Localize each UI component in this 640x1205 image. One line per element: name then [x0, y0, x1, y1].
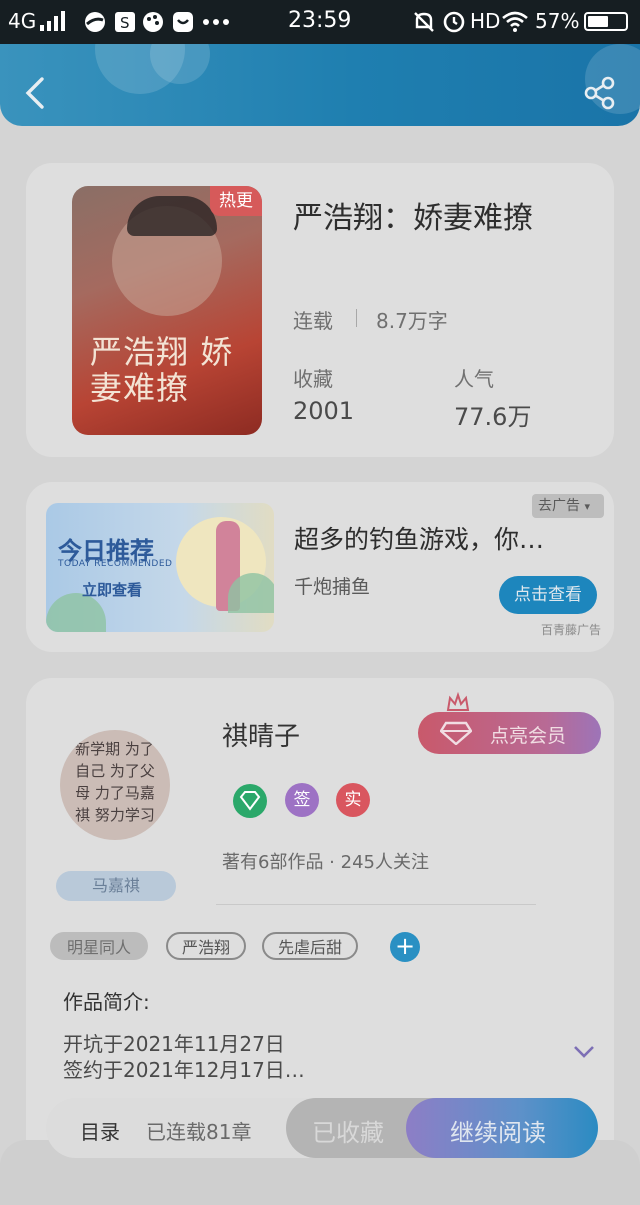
header: [0, 44, 640, 126]
share-icon[interactable]: [583, 76, 617, 110]
mute-bell-icon: [414, 12, 434, 32]
status-bar: 4G S 23:59 HD 57%: [0, 0, 640, 44]
avatar-text-art: 新学期 为了自己 为了父母 力了马嘉祺 努力学习: [75, 740, 155, 824]
serial-status: 连载: [293, 309, 333, 333]
continue-label: 继续阅读: [450, 1119, 546, 1147]
intro-label: 作品简介:: [63, 990, 150, 1014]
divider: [356, 309, 357, 327]
author-stats: 著有6部作品 · 245人关注: [222, 852, 429, 873]
book-info-card: 严浩翔 娇妻难撩 热更 严浩翔：娇妻难撩 连载 8.7万字 收藏 2001 人气…: [26, 163, 614, 457]
tag-chip[interactable]: 严浩翔: [166, 932, 246, 960]
ad-source: 百青藤广告: [541, 623, 602, 637]
browser-app-icon: [85, 12, 105, 32]
author-avatar[interactable]: 新学期 为了自己 为了父母 力了马嘉祺 努力学习: [60, 730, 170, 840]
book-title: 严浩翔：娇妻难撩: [293, 201, 533, 236]
back-icon[interactable]: [22, 76, 48, 110]
tag-chip[interactable]: 先虐后甜: [262, 932, 358, 960]
vip-label: 点亮会员: [490, 725, 567, 747]
chapter-count[interactable]: 已连载81章: [146, 1116, 251, 1145]
word-count: 8.7万字: [376, 309, 448, 333]
remove-ad-label: 去广告: [538, 498, 580, 514]
chevron-down-icon: ▾: [584, 500, 590, 513]
tag-chip[interactable]: 明星同人: [50, 932, 148, 960]
avatar-tag: 马嘉祺: [56, 871, 176, 901]
add-tag-button[interactable]: +: [390, 932, 420, 962]
bottom-action-bar: 目录 已连载81章 已收藏 继续阅读: [46, 1098, 598, 1158]
more-notifications-icon: [203, 19, 229, 25]
cover-title-art: 严浩翔 娇妻难撩: [90, 333, 234, 407]
ad-image-subtitle: TODAY RECOMMENDED: [58, 559, 173, 569]
collected-label: 已收藏: [312, 1119, 384, 1147]
collect-count: 2001: [293, 397, 355, 425]
network-label: 4G: [8, 9, 37, 33]
author-name: 祺晴子: [222, 722, 301, 752]
catalog-button[interactable]: 目录: [80, 1116, 120, 1145]
continue-reading-button[interactable]: 继续阅读: [406, 1098, 598, 1158]
popularity-label: 人气: [454, 367, 494, 391]
diamond-icon: [440, 721, 472, 745]
svg-text:S: S: [120, 14, 130, 32]
ad-title: 超多的钓鱼游戏，你…: [294, 525, 545, 554]
verified-badge: 实: [336, 783, 370, 817]
wifi-icon: [502, 11, 528, 32]
plus-icon: +: [394, 932, 416, 960]
signal-icon: [40, 11, 65, 31]
diamond-badge-icon: [233, 784, 267, 818]
clock: 23:59: [288, 8, 352, 33]
ad-view-button[interactable]: 点击查看: [499, 576, 597, 614]
ad-card[interactable]: 今日推荐 TODAY RECOMMENDED 立即查看 去广告 ▾ 超多的钓鱼游…: [26, 482, 614, 652]
ad-image-button: 立即查看: [82, 581, 143, 599]
book-cover[interactable]: 严浩翔 娇妻难撩 热更: [72, 186, 262, 435]
palette-app-icon: [143, 12, 163, 32]
remove-ad-button[interactable]: 去广告 ▾: [532, 494, 604, 518]
divider: [216, 904, 536, 905]
intro-line: 开坑于2021年11月27日: [63, 1032, 285, 1056]
ad-image[interactable]: 今日推荐 TODAY RECOMMENDED 立即查看: [46, 503, 274, 632]
vip-button[interactable]: 点亮会员: [418, 712, 601, 754]
hd-label: HD: [470, 9, 501, 33]
intro-line: 签约于2021年12月17日…: [63, 1058, 305, 1082]
hot-update-badge: 热更: [210, 186, 262, 216]
ad-subtitle: 千炮捕鱼: [294, 576, 371, 598]
crown-icon: [446, 692, 470, 711]
alarm-icon: [443, 11, 465, 33]
expand-chevron-icon[interactable]: [572, 1044, 596, 1060]
popularity-count: 77.6万: [454, 403, 532, 431]
collect-label: 收藏: [293, 367, 333, 391]
signed-badge: 签: [285, 783, 319, 817]
s-app-icon: S: [115, 12, 135, 32]
battery-percent: 57%: [535, 9, 580, 33]
battery-icon: [584, 12, 628, 31]
message-app-icon: [173, 12, 193, 32]
